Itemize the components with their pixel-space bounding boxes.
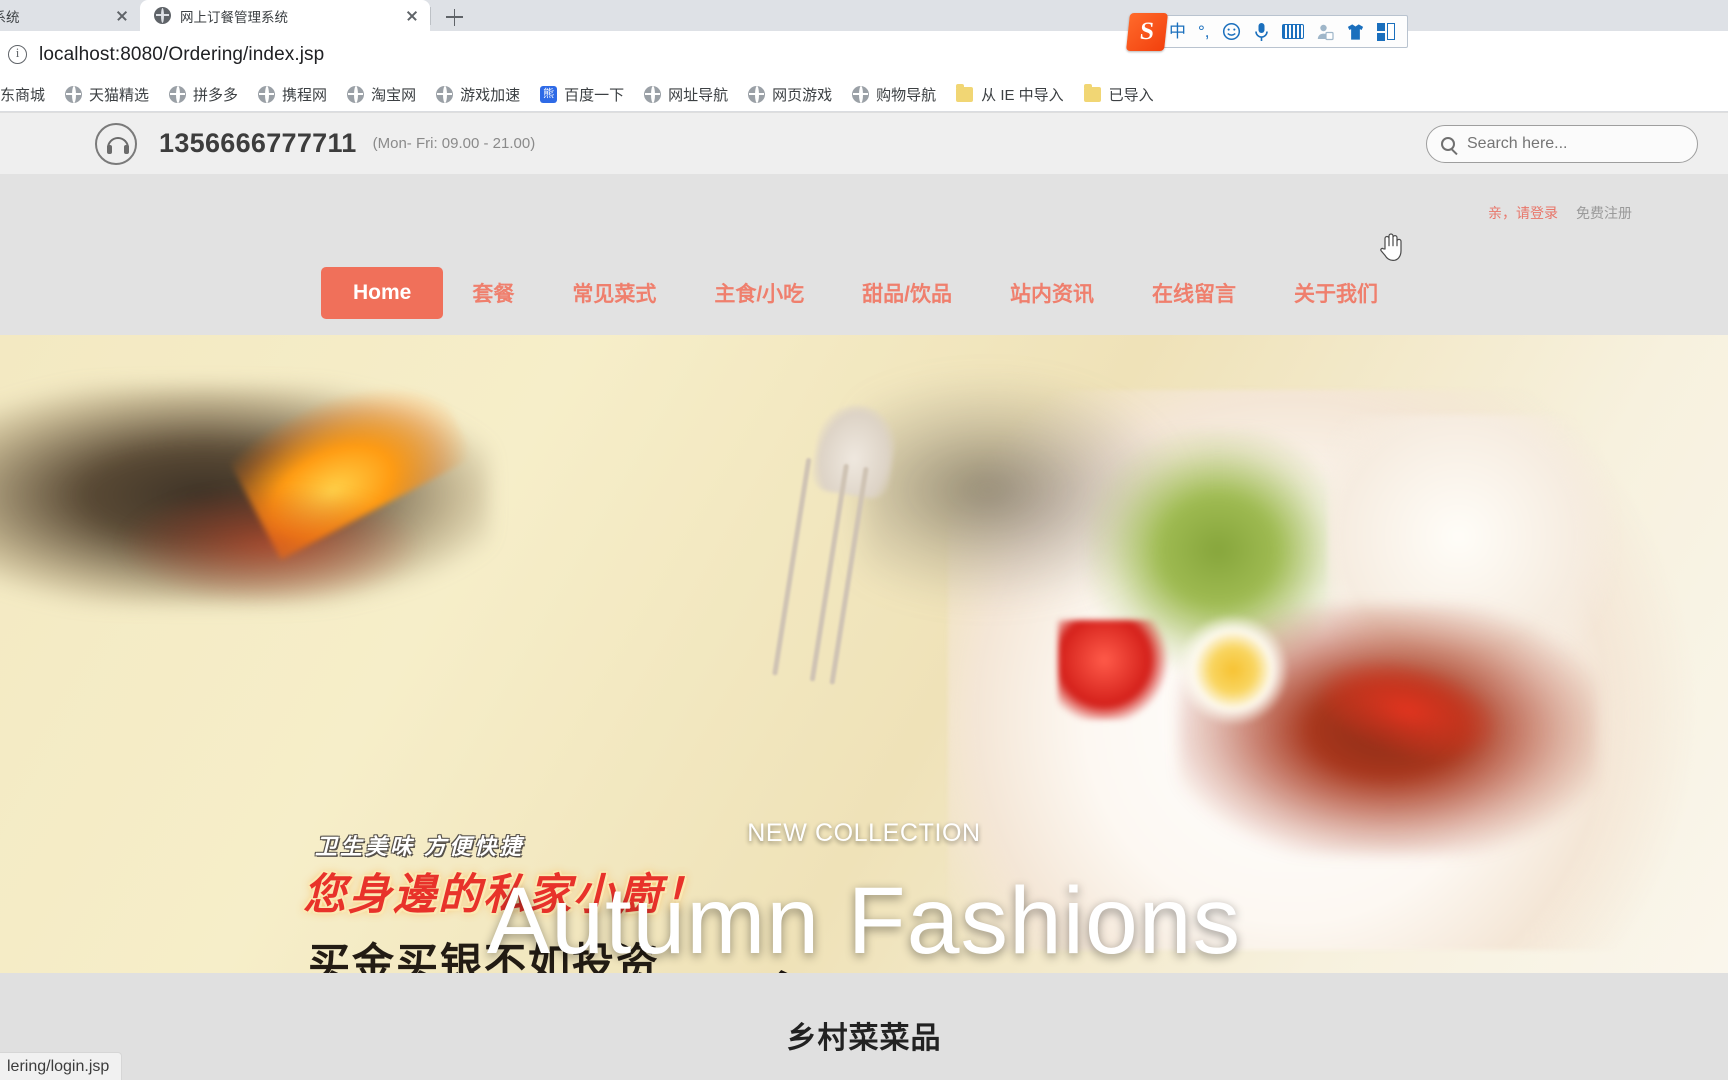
voice-input-icon[interactable] xyxy=(1247,18,1276,46)
omnibox-row: localhost:8080/Ordering/index.jsp xyxy=(0,31,1728,78)
contact-hours: (Mon- Fri: 09.00 - 21.00) xyxy=(372,135,536,152)
globe-icon xyxy=(154,7,171,24)
punctuation-mode-icon[interactable]: °, xyxy=(1192,18,1216,46)
bookmark-folder[interactable]: 从 IE 中导入 xyxy=(946,84,1074,105)
tab-strip: 理系统 网上订餐管理系统 xyxy=(0,0,1728,31)
new-tab-button[interactable] xyxy=(437,3,471,31)
bookmark-label: 已导入 xyxy=(1108,87,1154,104)
search-box[interactable] xyxy=(1426,124,1698,163)
bookmark-label: 百度一下 xyxy=(564,87,625,104)
bookmark-label: 网址导航 xyxy=(668,87,729,104)
globe-icon xyxy=(644,86,662,103)
site-topbar: 1356666777711 (Mon- Fri: 09.00 - 21.00) xyxy=(0,113,1728,175)
emoji-icon[interactable] xyxy=(1216,18,1247,46)
nav-item-common-dishes[interactable]: 常见菜式 xyxy=(543,278,685,308)
tab-title: 理系统 xyxy=(0,9,20,25)
fork-icon xyxy=(755,399,925,803)
bookmark-label: 淘宝网 xyxy=(371,87,417,104)
bookmark-item[interactable]: 淘宝网 xyxy=(337,84,426,105)
folder-icon xyxy=(956,84,974,102)
globe-icon xyxy=(347,86,365,103)
page-info-icon[interactable] xyxy=(8,45,27,64)
globe-icon xyxy=(169,86,187,103)
hero-bg-shape xyxy=(1168,615,1298,725)
hero-bg-shape xyxy=(120,485,420,605)
bookmark-item[interactable]: 网址导航 xyxy=(634,84,738,105)
bookmark-label: 从 IE 中导入 xyxy=(981,87,1064,104)
bookmark-label: 拼多多 xyxy=(193,87,239,104)
globe-icon xyxy=(65,86,83,103)
url-bar[interactable]: localhost:8080/Ordering/index.jsp xyxy=(39,44,324,66)
auth-row: 亲，请登录 免费注册 xyxy=(0,175,1728,251)
status-bar: lering/login.jsp xyxy=(0,1052,123,1080)
globe-icon xyxy=(436,86,454,103)
nav-item-staple-snacks[interactable]: 主食/小吃 xyxy=(685,278,833,308)
nav-item-dessert-drinks[interactable]: 甜品/饮品 xyxy=(833,278,981,308)
close-icon[interactable] xyxy=(112,6,132,26)
user-icon[interactable] xyxy=(1310,18,1340,46)
search-input[interactable] xyxy=(1467,134,1683,153)
bookmark-folder[interactable]: 已导入 xyxy=(1074,84,1164,105)
bookmark-item[interactable]: 东商城 xyxy=(0,84,55,105)
chinese-mode-icon[interactable]: 中 xyxy=(1163,18,1192,46)
nav-item-home[interactable]: Home xyxy=(320,267,444,319)
bookmark-label: 网页游戏 xyxy=(772,87,833,104)
browser-chrome: 理系统 网上订餐管理系统 S 中 °, xyxy=(0,0,1728,112)
sogou-logo-icon[interactable]: S xyxy=(1126,13,1168,51)
nav-item-set-meal[interactable]: 套餐 xyxy=(443,278,543,308)
globe-icon xyxy=(852,86,870,103)
bookmark-item[interactable]: 拼多多 xyxy=(159,84,248,105)
bookmark-item[interactable]: 游戏加速 xyxy=(426,84,530,105)
globe-icon xyxy=(258,86,276,103)
auth-links: 亲，请登录 免费注册 xyxy=(1488,203,1632,223)
section-title: 乡村菜菜品 xyxy=(786,1022,942,1055)
bookmark-item[interactable]: 百度一下 xyxy=(530,84,634,105)
search-icon xyxy=(1441,136,1455,151)
browser-tab-1[interactable]: 理系统 xyxy=(0,0,140,31)
bookmark-label: 携程网 xyxy=(282,87,328,104)
bookmark-label: 东商城 xyxy=(0,87,46,104)
bookmark-item[interactable]: 购物导航 xyxy=(842,84,946,105)
tab-separator xyxy=(430,6,431,25)
folder-icon xyxy=(1083,84,1101,102)
bookmarks-bar: 东商城 天猫精选 拼多多 携程网 淘宝网 游戏加速 百度一下 网址导航 网页游戏… xyxy=(0,78,1728,112)
nav-item-about-us[interactable]: 关于我们 xyxy=(1265,278,1407,308)
bookmark-item[interactable]: 天猫精选 xyxy=(55,84,159,105)
hero-banner[interactable]: 卫生美味 方便快捷 您身邊的私家小廚！ 买金买银不如投资 美食 融合风味 · 独… xyxy=(0,335,1728,973)
main-nav: Home 套餐 常见菜式 主食/小吃 甜品/饮品 站内资讯 在线留言 关于我们 xyxy=(0,251,1728,335)
baidu-icon xyxy=(540,85,558,103)
hero-title: Autumn Fashions xyxy=(486,868,1242,973)
nav-item-site-news[interactable]: 站内资讯 xyxy=(981,278,1123,308)
skin-icon[interactable] xyxy=(1340,18,1371,46)
bookmark-item[interactable]: 携程网 xyxy=(248,84,337,105)
register-link[interactable]: 免费注册 xyxy=(1576,203,1632,223)
login-link[interactable]: 亲，请登录 xyxy=(1488,203,1558,223)
close-icon[interactable] xyxy=(402,6,422,26)
toolbox-icon[interactable] xyxy=(1371,18,1403,46)
web-page: 1356666777711 (Mon- Fri: 09.00 - 21.00) … xyxy=(0,113,1728,1080)
tab-title: 网上订餐管理系统 xyxy=(180,9,288,25)
globe-icon xyxy=(748,86,766,103)
hero-bg-shape xyxy=(1058,620,1168,720)
sogou-ime-toolbar[interactable]: S 中 °, xyxy=(1126,13,1408,51)
headset-icon xyxy=(95,122,137,165)
browser-tab-2[interactable]: 网上订餐管理系统 xyxy=(140,0,430,31)
featured-section: 乡村菜菜品 xyxy=(0,973,1728,1080)
bookmark-item[interactable]: 网页游戏 xyxy=(738,84,842,105)
bookmark-label: 游戏加速 xyxy=(460,87,521,104)
nav-item-online-message[interactable]: 在线留言 xyxy=(1123,278,1265,308)
soft-keyboard-icon[interactable] xyxy=(1276,18,1310,46)
bookmark-label: 购物导航 xyxy=(876,87,937,104)
screen: 理系统 网上订餐管理系统 S 中 °, xyxy=(0,0,1728,1080)
hero-subtitle: NEW COLLECTION xyxy=(747,819,981,847)
bookmark-label: 天猫精选 xyxy=(89,87,150,104)
contact-phone: 1356666777711 xyxy=(159,128,357,158)
